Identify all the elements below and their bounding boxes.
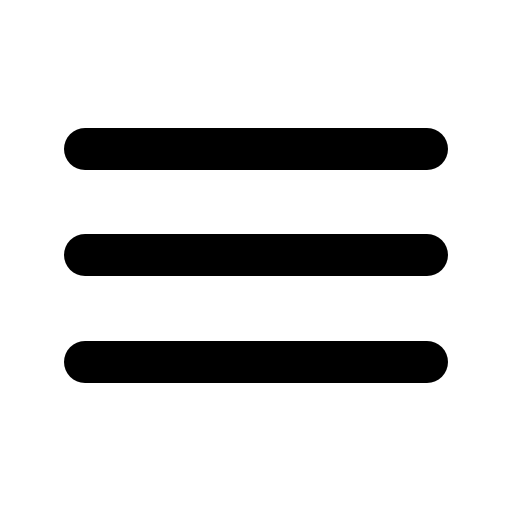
menu-line-bottom (64, 341, 448, 383)
menu-line-middle (64, 234, 448, 276)
menu-button[interactable] (0, 0, 512, 512)
menu-line-top (64, 128, 448, 170)
icon-canvas (0, 0, 512, 512)
hamburger-menu-icon (64, 128, 448, 383)
